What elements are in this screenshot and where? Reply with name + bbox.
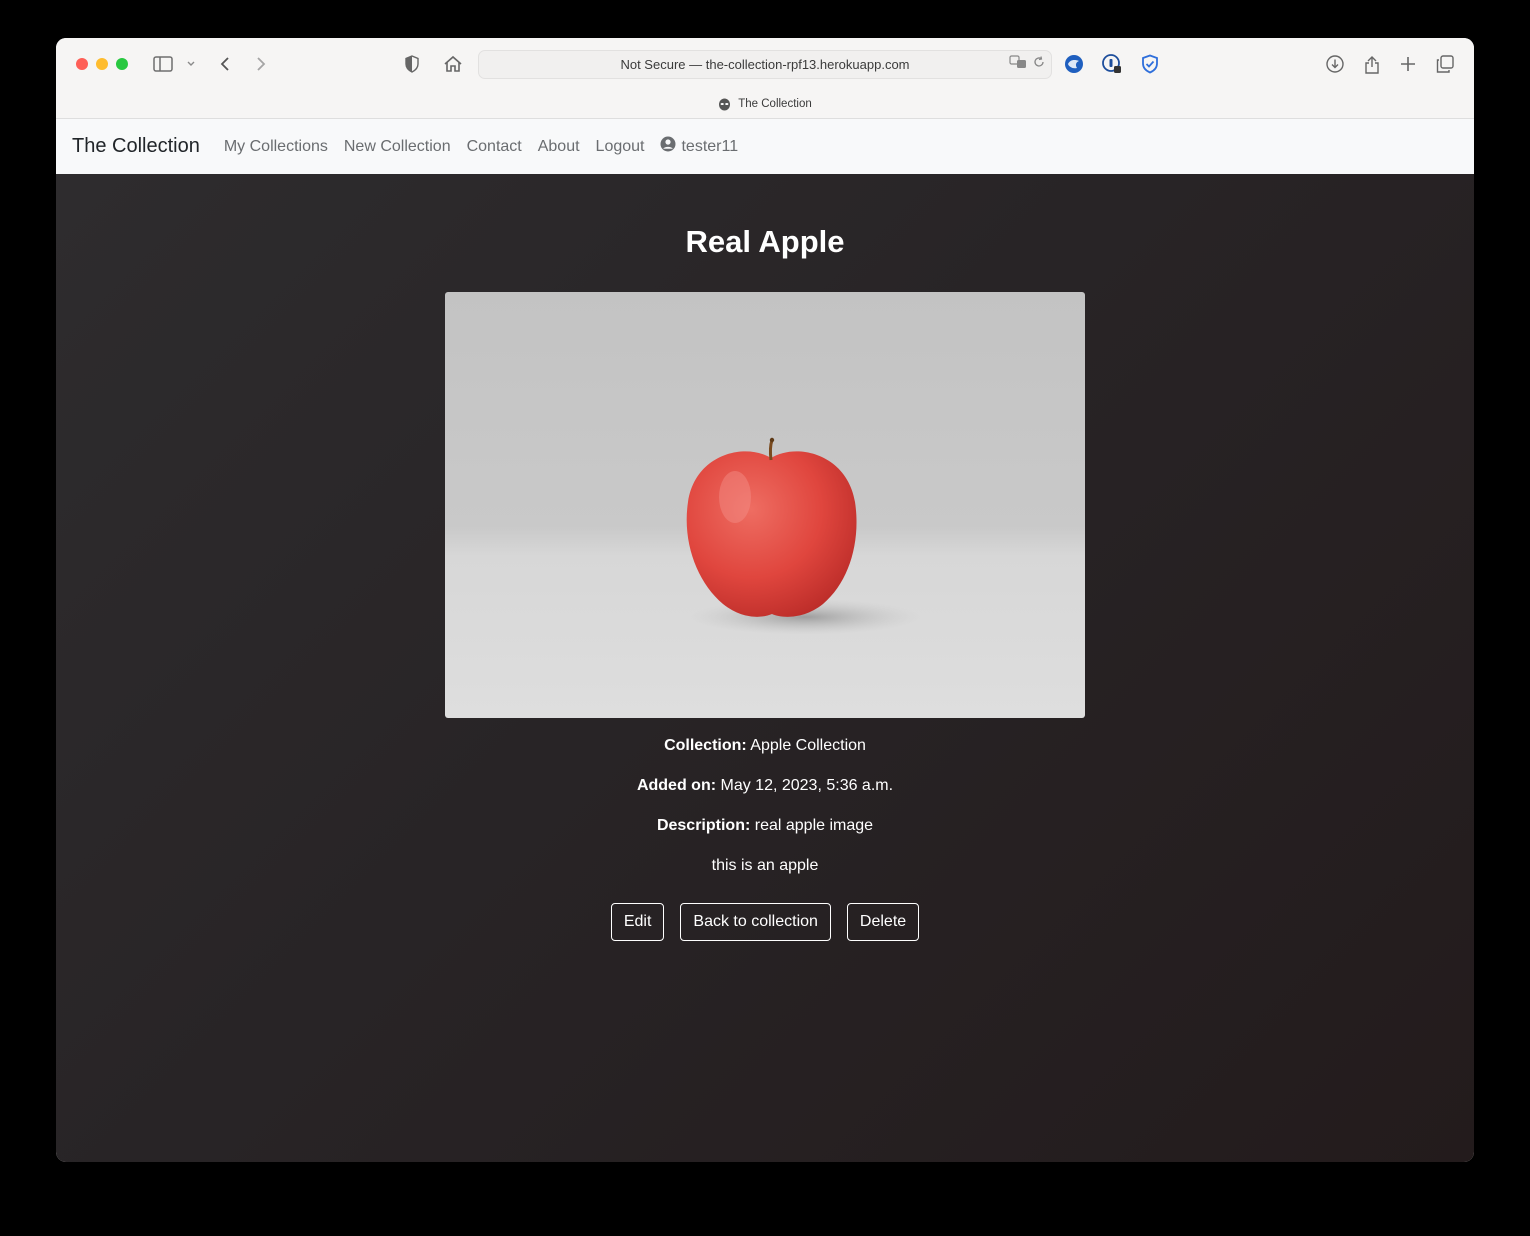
collection-label: Collection: bbox=[664, 737, 747, 754]
item-photo bbox=[445, 292, 1085, 718]
user-circle-icon bbox=[660, 136, 676, 157]
nav-my-collections[interactable]: My Collections bbox=[224, 138, 328, 156]
password-manager-icon[interactable] bbox=[1100, 52, 1124, 76]
close-window-button[interactable] bbox=[76, 58, 88, 70]
edit-button[interactable]: Edit bbox=[610, 903, 665, 941]
alien-favicon-icon bbox=[718, 98, 731, 111]
minimize-window-button[interactable] bbox=[96, 58, 108, 70]
added-on-label: Added on: bbox=[636, 777, 717, 794]
item-detail-page: Real Apple Collection: Apple Collection … bbox=[56, 174, 1474, 1162]
chevron-down-icon[interactable] bbox=[184, 52, 198, 76]
tab-overview-icon[interactable] bbox=[1434, 52, 1456, 76]
nav-contact[interactable]: Contact bbox=[467, 138, 522, 156]
extension-globe-icon[interactable] bbox=[1062, 52, 1086, 76]
added-on-value: May 12, 2023, 5:36 a.m. bbox=[720, 777, 894, 794]
forward-arrow-icon[interactable] bbox=[252, 52, 270, 76]
collection-info: Collection: Apple Collection bbox=[56, 737, 1474, 755]
browser-window: Not Secure — the-collection-rpf13.heroku… bbox=[56, 38, 1474, 1162]
description-label: Description: bbox=[656, 817, 751, 834]
zoom-window-button[interactable] bbox=[116, 58, 128, 70]
collection-value: Apple Collection bbox=[750, 737, 866, 754]
home-icon[interactable] bbox=[442, 52, 464, 76]
share-icon[interactable] bbox=[1361, 52, 1383, 76]
address-text: Not Secure — the-collection-rpf13.heroku… bbox=[620, 57, 910, 72]
shield-check-icon[interactable] bbox=[1138, 52, 1162, 76]
privacy-shield-icon[interactable] bbox=[402, 52, 422, 76]
nav-user[interactable]: tester11 bbox=[660, 136, 738, 157]
site-brand[interactable]: The Collection bbox=[72, 135, 200, 158]
downloads-icon[interactable] bbox=[1324, 52, 1346, 76]
apple-image bbox=[686, 437, 920, 635]
nav-about[interactable]: About bbox=[538, 138, 580, 156]
item-title: Real Apple bbox=[685, 224, 845, 259]
back-to-collection-button[interactable]: Back to collection bbox=[680, 903, 831, 941]
address-bar[interactable]: Not Secure — the-collection-rpf13.heroku… bbox=[478, 50, 1052, 79]
tab-title[interactable]: The Collection bbox=[738, 98, 812, 110]
delete-button[interactable]: Delete bbox=[846, 903, 920, 941]
tab-bar: The Collection bbox=[56, 90, 1474, 119]
item-note: this is an apple bbox=[711, 857, 819, 874]
nav-logout[interactable]: Logout bbox=[596, 138, 645, 156]
back-arrow-icon[interactable] bbox=[216, 52, 234, 76]
description-info: Description: real apple image bbox=[56, 817, 1474, 835]
browser-toolbar: Not Secure — the-collection-rpf13.heroku… bbox=[56, 38, 1474, 90]
new-tab-plus-icon[interactable] bbox=[1397, 52, 1419, 76]
nav-new-collection[interactable]: New Collection bbox=[344, 138, 451, 156]
added-on-info: Added on: May 12, 2023, 5:36 a.m. bbox=[56, 777, 1474, 795]
site-navbar: The Collection My Collections New Collec… bbox=[56, 119, 1474, 174]
username-label: tester11 bbox=[681, 137, 739, 155]
translate-icon[interactable] bbox=[1009, 55, 1027, 72]
description-value: real apple image bbox=[754, 817, 874, 834]
sidebar-toggle-icon[interactable] bbox=[152, 52, 174, 76]
action-buttons: Edit Back to collection Delete bbox=[56, 903, 1474, 941]
reload-icon[interactable] bbox=[1033, 56, 1045, 71]
